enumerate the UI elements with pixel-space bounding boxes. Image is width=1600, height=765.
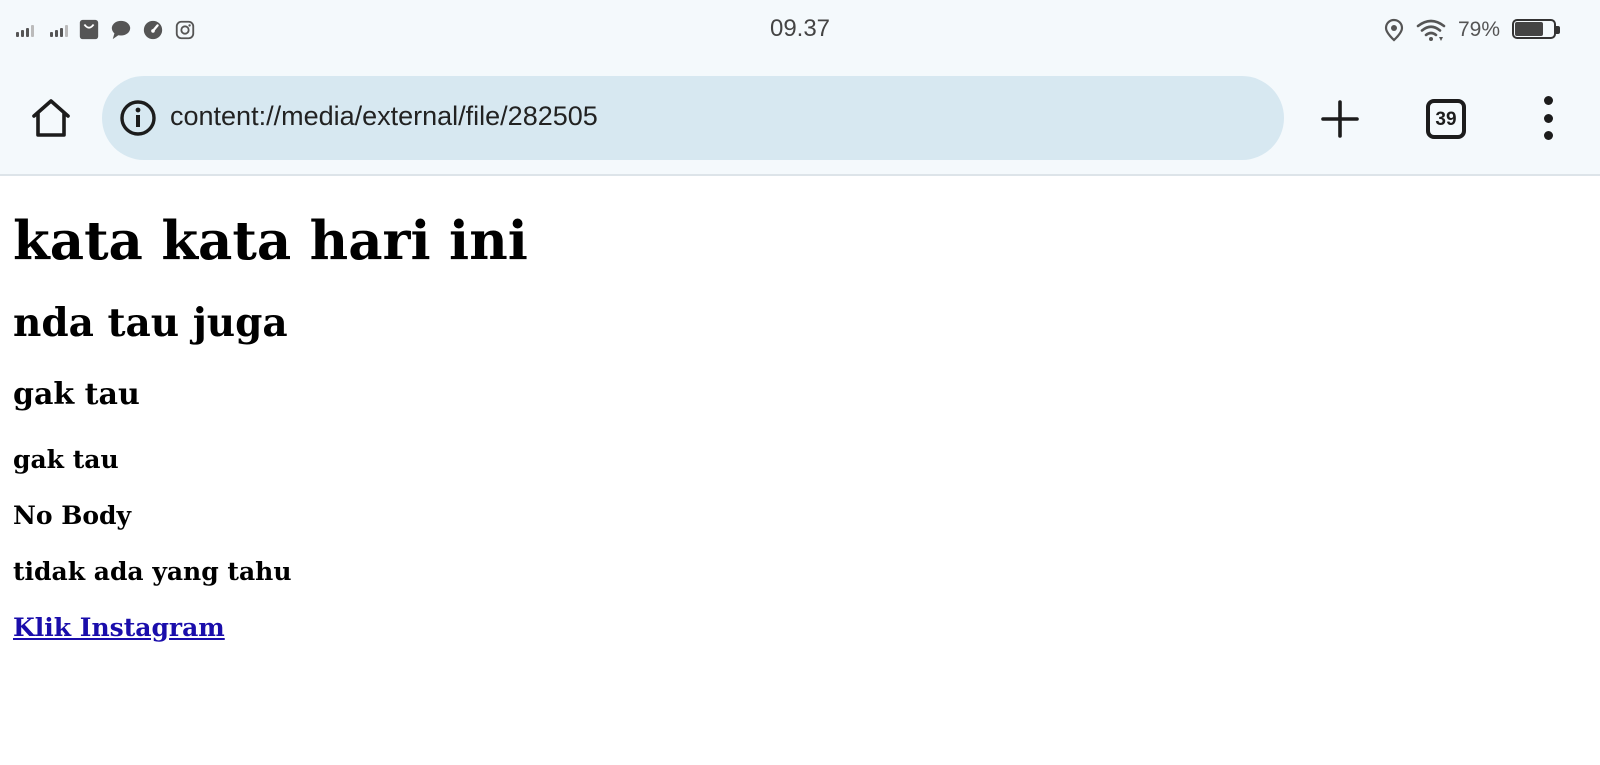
- location-icon: [1384, 18, 1404, 42]
- browser-toolbar: content://media/external/file/282505 39: [0, 62, 1600, 176]
- instagram-link[interactable]: Klik Instagram: [13, 613, 225, 642]
- new-tab-button[interactable]: [1316, 95, 1364, 143]
- status-bar: 09.37 79%: [0, 0, 1600, 62]
- wifi-icon: [1416, 19, 1446, 41]
- page-heading-1: kata kata hari ini: [13, 210, 528, 272]
- more-vert-icon[interactable]: [1530, 96, 1566, 140]
- url-text[interactable]: content://media/external/file/282505: [170, 101, 598, 132]
- battery-percentage: 79%: [1457, 18, 1500, 41]
- page-heading-2: nda tau juga: [13, 300, 288, 346]
- paragraph-no-body: No Body: [13, 501, 132, 530]
- link-paragraph: Klik Instagram: [13, 612, 1573, 644]
- plus-icon: [1321, 100, 1359, 138]
- tab-switcher-button[interactable]: 39: [1426, 99, 1466, 139]
- home-icon: [32, 99, 70, 137]
- tab-count: 39: [1435, 108, 1457, 130]
- paragraph-tidak-ada: tidak ada yang tahu: [13, 557, 292, 586]
- battery-icon: [1512, 19, 1560, 41]
- status-time: 09.37: [769, 15, 831, 42]
- home-button[interactable]: [26, 93, 76, 143]
- page-heading-3: gak tau: [13, 377, 140, 412]
- address-bar[interactable]: content://media/external/file/282505: [102, 76, 1284, 160]
- info-icon[interactable]: [118, 98, 158, 138]
- status-system-icons: 79%: [1384, 16, 1560, 44]
- page-content: kata kata hari ini nda tau juga gak tau …: [13, 176, 1573, 644]
- page-heading-4: gak tau: [13, 445, 119, 474]
